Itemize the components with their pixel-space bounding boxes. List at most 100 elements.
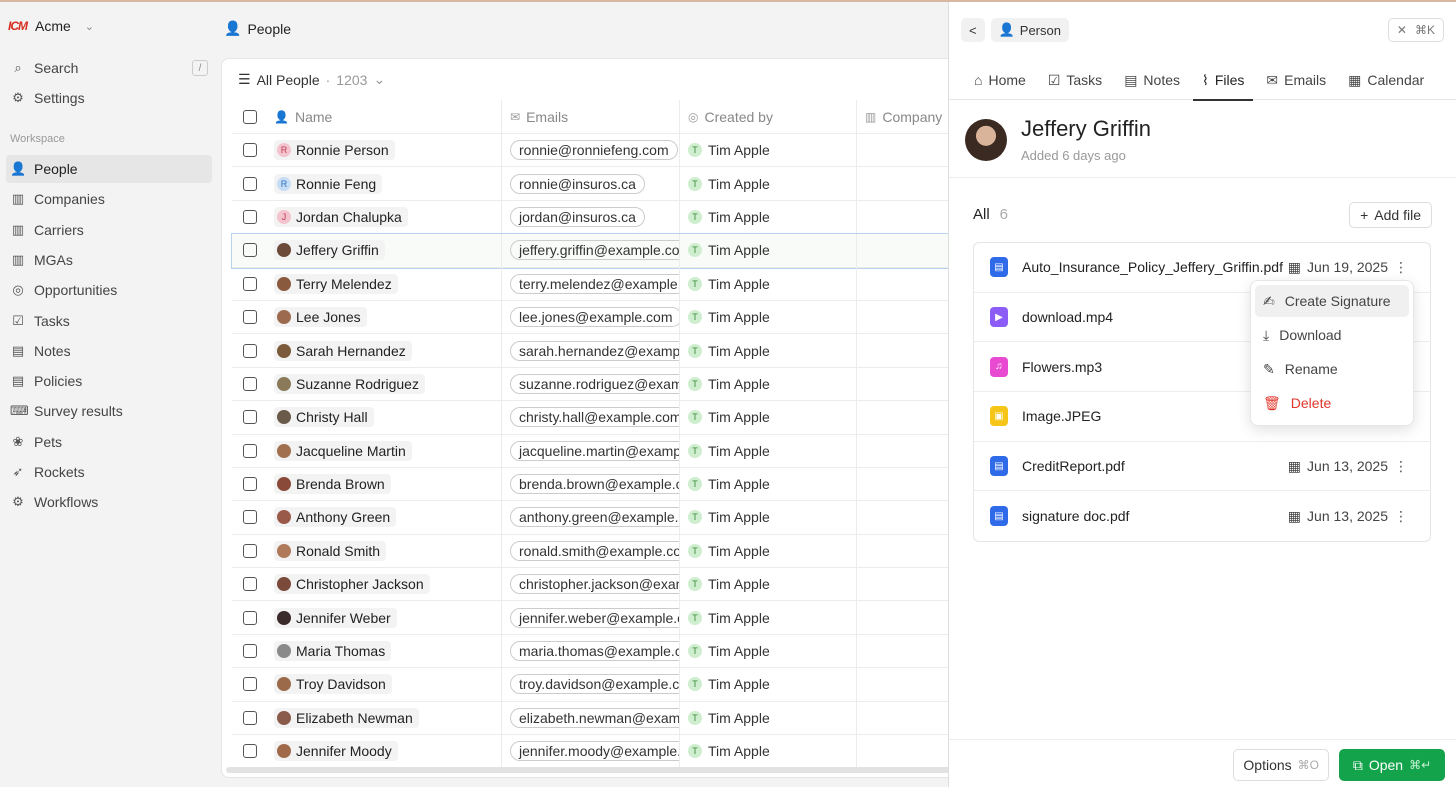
person-name-chip[interactable]: Jennifer Weber bbox=[274, 607, 397, 628]
table-row[interactable]: J Jordan Chalupka jordan@insuros.ca T Ti… bbox=[232, 200, 980, 235]
column-header-created-by[interactable]: ◎ Created by bbox=[680, 100, 857, 133]
table-row[interactable]: Terry Melendez terry.melendez@example.co… bbox=[232, 267, 980, 301]
created-by-chip[interactable]: T Tim Apple bbox=[688, 409, 770, 425]
email-chip[interactable]: jordan@insuros.ca bbox=[510, 206, 645, 227]
options-button[interactable]: Options ⌘O bbox=[1233, 749, 1329, 781]
email-chip[interactable]: jennifer.weber@example.com bbox=[510, 607, 679, 628]
email-chip[interactable]: sarah.hernandez@example.com bbox=[510, 340, 679, 361]
view-switcher[interactable]: ☰ All People · 1203 ⌄ bbox=[238, 71, 385, 88]
person-name-chip[interactable]: Brenda Brown bbox=[274, 474, 391, 495]
email-chip[interactable]: troy.davidson@example.com bbox=[510, 674, 679, 695]
sidebar-item-rockets[interactable]: ➶ Rockets bbox=[6, 458, 212, 486]
table-row[interactable]: Anthony Green anthony.green@example.com … bbox=[232, 501, 980, 535]
email-chip[interactable]: christy.hall@example.com bbox=[510, 407, 679, 428]
person-name-chip[interactable]: Anthony Green bbox=[274, 507, 397, 528]
list-item[interactable]: ▤ CreditReport.pdf ▦ Jun 13, 2025 ⋮ bbox=[974, 442, 1430, 492]
row-checkbox[interactable] bbox=[243, 176, 257, 191]
row-checkbox[interactable] bbox=[243, 276, 257, 291]
table-row[interactable]: Jennifer Weber jennifer.weber@example.co… bbox=[232, 601, 980, 635]
sidebar-settings[interactable]: ⚙ Settings bbox=[6, 84, 212, 112]
person-name-chip[interactable]: Sarah Hernandez bbox=[274, 340, 412, 361]
row-checkbox[interactable] bbox=[243, 443, 257, 458]
person-name[interactable]: Jeffery Griffin bbox=[1021, 116, 1151, 142]
tab-home[interactable]: ⌂ Home bbox=[965, 60, 1035, 100]
email-chip[interactable]: elizabeth.newman@example.com bbox=[510, 707, 679, 728]
sidebar-item-opportunities[interactable]: ◎ Opportunities bbox=[6, 276, 212, 304]
file-name[interactable]: signature doc.pdf bbox=[1022, 508, 1129, 524]
table-row[interactable]: Troy Davidson troy.davidson@example.com … bbox=[232, 668, 980, 702]
sidebar-item-workflows[interactable]: ⚙ Workflows bbox=[6, 488, 212, 516]
person-name-chip[interactable]: Suzanne Rodriguez bbox=[274, 373, 425, 394]
column-header-name[interactable]: 👤 Name bbox=[268, 100, 502, 133]
created-by-chip[interactable]: T Tim Apple bbox=[688, 576, 770, 592]
created-by-chip[interactable]: T Tim Apple bbox=[688, 743, 770, 759]
created-by-chip[interactable]: T Tim Apple bbox=[688, 543, 770, 559]
menu-item-rename[interactable]: ✎ Rename bbox=[1255, 353, 1409, 385]
email-chip[interactable]: ronnie@ronniefeng.com bbox=[510, 140, 678, 161]
table-row[interactable]: R Ronnie Feng ronnie@insuros.ca T Tim Ap… bbox=[232, 167, 980, 201]
table-row[interactable]: Sarah Hernandez sarah.hernandez@example.… bbox=[232, 334, 980, 368]
created-by-chip[interactable]: T Tim Apple bbox=[688, 376, 770, 392]
table-row[interactable]: Christy Hall christy.hall@example.com T … bbox=[232, 401, 980, 435]
menu-item-delete[interactable]: 🗑 Delete bbox=[1255, 387, 1409, 419]
sidebar-item-mgas[interactable]: ▥ MGAs bbox=[6, 246, 212, 274]
email-chip[interactable]: jennifer.moody@example.com bbox=[510, 741, 679, 762]
created-by-chip[interactable]: T Tim Apple bbox=[688, 676, 770, 692]
sidebar-item-policies[interactable]: ▤ Policies bbox=[6, 367, 212, 395]
row-checkbox[interactable] bbox=[243, 209, 257, 224]
sidebar-item-people[interactable]: 👤 People bbox=[6, 155, 212, 183]
email-chip[interactable]: terry.melendez@example.com bbox=[510, 273, 679, 294]
sidebar-item-pets[interactable]: ❀ Pets bbox=[6, 428, 212, 456]
table-row[interactable]: Jennifer Moody jennifer.moody@example.co… bbox=[232, 735, 980, 769]
email-chip[interactable]: lee.jones@example.com bbox=[510, 307, 679, 328]
person-name-chip[interactable]: Troy Davidson bbox=[274, 674, 392, 695]
email-chip[interactable]: jacqueline.martin@example.com bbox=[510, 440, 679, 461]
created-by-chip[interactable]: T Tim Apple bbox=[688, 343, 770, 359]
created-by-chip[interactable]: T Tim Apple bbox=[688, 476, 770, 492]
sidebar-search[interactable]: ⌕ Search / bbox=[6, 54, 212, 82]
table-row[interactable]: Lee Jones lee.jones@example.com T Tim Ap… bbox=[232, 300, 980, 335]
file-name[interactable]: Image.JPEG bbox=[1022, 408, 1101, 424]
email-chip[interactable]: maria.thomas@example.com bbox=[510, 641, 679, 662]
email-chip[interactable]: ronnie@insuros.ca bbox=[510, 173, 645, 194]
table-row[interactable]: Brenda Brown brenda.brown@example.com T … bbox=[232, 467, 980, 502]
created-by-chip[interactable]: T Tim Apple bbox=[688, 610, 770, 626]
table-row[interactable]: Christopher Jackson christopher.jackson@… bbox=[232, 568, 980, 602]
sidebar-item-notes[interactable]: ▤ Notes bbox=[6, 337, 212, 365]
person-name-chip[interactable]: Lee Jones bbox=[274, 307, 367, 328]
close-panel-button[interactable]: ✕ ⌘K bbox=[1387, 18, 1444, 42]
table-row[interactable]: Maria Thomas maria.thomas@example.com T … bbox=[232, 634, 980, 669]
list-item[interactable]: ▤ signature doc.pdf ▦ Jun 13, 2025 ⋮ bbox=[974, 491, 1430, 541]
created-by-chip[interactable]: T Tim Apple bbox=[688, 443, 770, 459]
created-by-chip[interactable]: T Tim Apple bbox=[688, 242, 770, 258]
row-checkbox[interactable] bbox=[243, 143, 257, 158]
email-chip[interactable]: ronald.smith@example.com bbox=[510, 540, 679, 561]
table-row[interactable]: R Ronnie Person ronnie@ronniefeng.com T … bbox=[232, 134, 980, 168]
file-name[interactable]: Auto_Insurance_Policy_Jeffery_Griffin.pd… bbox=[1022, 259, 1283, 275]
person-name-chip[interactable]: R Ronnie Feng bbox=[274, 173, 383, 194]
email-chip[interactable]: suzanne.rodriguez@example.com bbox=[510, 373, 679, 394]
sidebar-item-tasks[interactable]: ☑ Tasks bbox=[6, 307, 212, 335]
tab-files[interactable]: ⌇ Files bbox=[1193, 60, 1254, 101]
select-all-checkbox[interactable] bbox=[243, 109, 257, 124]
file-name[interactable]: Flowers.mp3 bbox=[1022, 359, 1102, 375]
email-chip[interactable]: brenda.brown@example.com bbox=[510, 474, 679, 495]
sidebar-item-companies[interactable]: ▥ Companies bbox=[6, 185, 212, 213]
email-chip[interactable]: jeffery.griffin@example.com bbox=[510, 240, 679, 261]
person-name-chip[interactable]: Jeffery Griffin bbox=[274, 240, 385, 261]
more-vertical-icon[interactable]: ⋮ bbox=[1394, 458, 1408, 475]
person-name-chip[interactable]: Christy Hall bbox=[274, 407, 374, 428]
row-checkbox[interactable] bbox=[243, 710, 257, 725]
table-row[interactable]: Elizabeth Newman elizabeth.newman@exampl… bbox=[232, 701, 980, 736]
created-by-chip[interactable]: T Tim Apple bbox=[688, 209, 770, 225]
person-name-chip[interactable]: Jacqueline Martin bbox=[274, 440, 412, 461]
table-row[interactable]: Jeffery Griffin jeffery.griffin@example.… bbox=[231, 233, 980, 269]
created-by-chip[interactable]: T Tim Apple bbox=[688, 710, 770, 726]
table-row[interactable]: Jacqueline Martin jacqueline.martin@exam… bbox=[232, 434, 980, 468]
row-checkbox[interactable] bbox=[243, 744, 257, 759]
row-checkbox[interactable] bbox=[243, 677, 257, 692]
person-name-chip[interactable]: Christopher Jackson bbox=[274, 574, 430, 595]
file-name[interactable]: CreditReport.pdf bbox=[1022, 458, 1125, 474]
tab-notes[interactable]: ▤ Notes bbox=[1115, 60, 1189, 100]
more-vertical-icon[interactable]: ⋮ bbox=[1394, 259, 1408, 276]
